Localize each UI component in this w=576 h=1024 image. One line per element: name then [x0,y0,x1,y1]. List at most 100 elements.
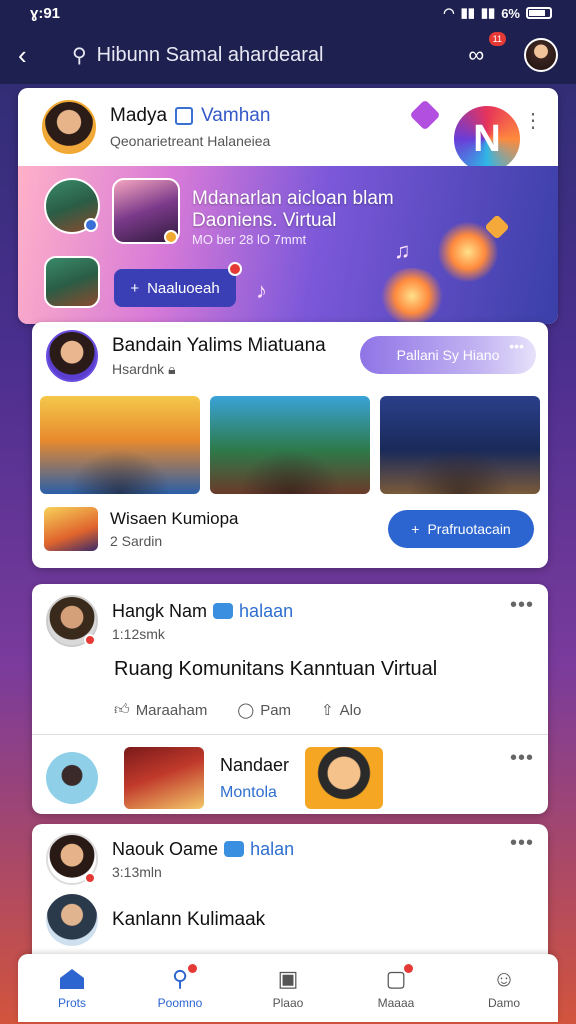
share-icon: ⇧ [321,702,334,719]
profile-name[interactable]: Madya [110,105,167,127]
group-avatar[interactable] [46,330,98,382]
nav-home[interactable]: Prots [27,966,117,1010]
share-button[interactable]: ⇧ Alo [321,694,361,726]
thumbs-up-icon: 👍︎ [114,701,130,718]
like-button[interactable]: 👍︎ Maraaham [114,694,207,726]
banner-title-line2: Daoniens. Virtual [192,209,337,231]
comment-icon: ◯ [237,702,255,719]
media-row [32,390,548,500]
group-footer-name[interactable]: Wisaen Kumiopa [110,509,239,529]
post-author-tag[interactable]: halan [250,839,294,860]
attachment-sub[interactable]: Montola [220,784,289,802]
home-icon [59,966,85,992]
profile-card: Madya Vamhan Qeonarietreant Halaneiea N … [18,88,558,324]
group-footer: Wisaen Kumiopa 2 Sardin + Prafruotacain [32,500,548,558]
banner-title-line1: Mdanarlan aicloan blam [192,188,394,209]
attachment-avatar[interactable] [46,752,98,804]
more-icon[interactable]: ••• [509,338,524,354]
group-name[interactable]: Bandain Yalims Miatuana [112,335,326,357]
status-bar: ɣ:91 ◠ ▮▮ ▮▮ 6% [0,0,576,26]
search-icon: ⚲ [72,44,87,67]
banner-meta: MO ber 28 lO 7mmt [192,232,307,247]
post-body-row: Kanlann Kulimaak [32,894,548,946]
battery-icon [526,7,552,19]
nav-profile-label: Damo [487,996,520,1010]
more-icon[interactable]: ••• [510,747,534,770]
attachment-thumbnail-1[interactable] [124,747,204,809]
search-bar[interactable]: ⚲ Hibunn Samal ahardearal [58,43,468,68]
group-info: Bandain Yalims Miatuana Hsardnk 🔒︎ [112,335,326,378]
member-avatar-2[interactable] [44,256,100,308]
group-footer-thumbnail[interactable] [44,507,98,551]
online-dot-icon [84,872,96,884]
verified-icon [175,107,194,125]
nav-chat[interactable]: ▢ Maaaa [351,964,441,1010]
signal-icon: ▮▮ [460,5,475,20]
wifi-icon: ◠ [443,5,455,20]
group-action-button[interactable]: + Prafruotacain [388,510,534,548]
post-author-name[interactable]: Naouk Oame [112,839,218,860]
profile-info: Madya Vamhan Qeonarietreant Halaneiea [110,105,270,149]
comment-button[interactable]: ◯ Pam [237,694,291,726]
post-header: Hangk Nam halaan 1:12smk ••• [32,584,548,658]
back-icon[interactable]: ‹ [18,42,58,68]
media-tile-3[interactable] [380,396,540,494]
attachment-info: Nandaer Montola [220,755,289,802]
group-pill-button[interactable]: Pallani Sy Hiano ••• [360,336,536,374]
app-header: ‹ ⚲ Hibunn Samal ahardearal ∞ 11 [0,26,576,84]
nav-profile[interactable]: ☺ Damo [459,966,549,1010]
post-author-row: Hangk Nam halaan [112,601,293,622]
battery-level: 6% [501,5,520,21]
post-time: 3:13mln [112,863,162,880]
group-footer-info: Wisaen Kumiopa 2 Sardin [110,509,239,549]
post-text: Ruang Komunitans Kanntuan Virtual [114,658,438,680]
media-tile-1[interactable] [40,396,200,494]
banner-title: Mdanarlan aicloan blam Daoniens. Virtual [192,188,394,232]
media-tile-2[interactable] [210,396,370,494]
verified-bird-icon [224,841,245,857]
nav-home-label: Prots [57,996,86,1010]
group-sub: Hsardnk [112,361,165,377]
post-card: Hangk Nam halaan 1:12smk ••• Ruang Komun… [32,584,548,814]
nav-chat-label: Maaaa [377,996,415,1010]
post-author-row: Naouk Oame halan [112,839,294,860]
group-card: Bandain Yalims Miatuana Hsardnk 🔒︎ Palla… [32,322,548,568]
join-button[interactable]: + Naaluoeah [114,269,236,307]
clock: ɣ:91 [30,4,61,22]
post-text: Kanlann Kulimaak [112,909,266,930]
online-dot-icon [84,634,96,646]
group-header: Bandain Yalims Miatuana Hsardnk 🔒︎ Palla… [32,322,548,390]
signal-icon-2: ▮▮ [480,5,496,20]
music-note-icon-2: ♫ [394,238,411,263]
group-action-label: Prafruotacain [427,521,511,537]
comment-label: Pam [260,701,292,719]
group-footer-sub: 2 Sardin [110,533,163,549]
post-author-name[interactable]: Hangk Nam [112,601,207,622]
more-icon[interactable]: ⋮ [523,108,544,133]
glow-decoration-2 [380,268,444,324]
attachment-thumbnail-2[interactable] [305,747,384,809]
people-icon[interactable]: ∞ 11 [468,32,506,68]
more-icon[interactable]: ••• [510,832,534,855]
join-badge-icon [228,262,242,276]
post-author-info: Hangk Nam halaan 1:12smk [112,601,293,642]
profile-avatar[interactable] [42,100,96,154]
profile-tag[interactable]: Vamhan [201,105,270,127]
like-label: Maraaham [135,701,208,719]
more-icon[interactable]: ••• [510,594,534,617]
share-label: Alo [339,701,362,719]
user-avatar[interactable] [524,38,558,72]
post-body-avatar[interactable] [46,894,98,946]
post-author-tag[interactable]: halaan [239,601,293,622]
nav-search-label: Poomno [157,996,203,1010]
plus-icon: + [130,279,140,297]
search-icon: ⚲ [167,964,197,992]
nav-play[interactable]: ▣ Plaao [243,966,333,1010]
nav-search[interactable]: ⚲ Poomno [135,964,225,1010]
community-banner[interactable]: Mdanarlan aicloan blam Daoniens. Virtual… [18,166,558,324]
status-dot-icon [84,218,98,232]
header-actions: ∞ 11 [468,32,558,72]
join-button-label: Naaluoeah [147,279,220,297]
play-icon: ▣ [277,966,299,991]
attachment-name[interactable]: Nandaer [220,755,289,776]
